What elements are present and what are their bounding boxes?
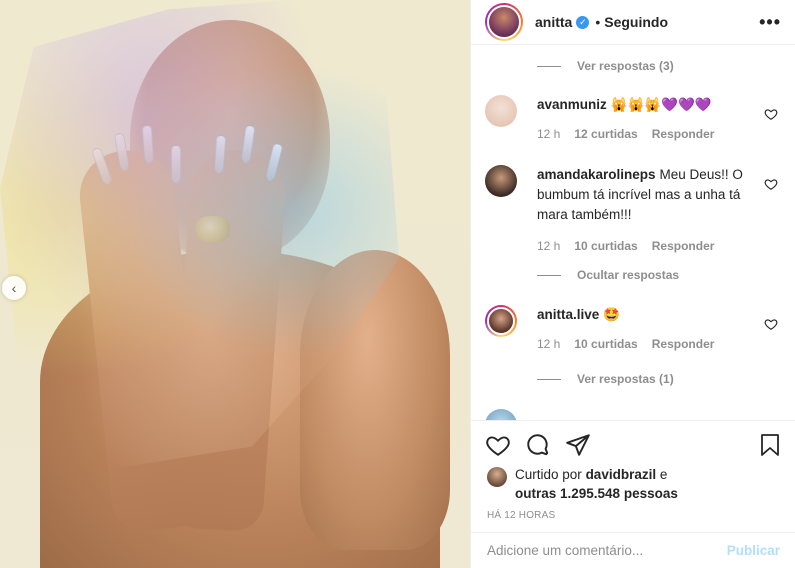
like-comment-heart-icon[interactable]: [764, 177, 778, 191]
verified-badge-icon: ✓: [576, 15, 590, 29]
commenter-avatar[interactable]: [485, 409, 517, 420]
reply-button[interactable]: Responder: [652, 127, 715, 141]
hide-replies-label: Ocultar respostas: [577, 268, 680, 282]
like-heart-icon[interactable]: [485, 432, 511, 458]
more-options-icon[interactable]: •••: [759, 12, 781, 33]
comment-bubble-icon[interactable]: [525, 432, 551, 458]
comment-text: 🤩: [603, 307, 621, 322]
liked-by-prefix: Curtido por: [515, 467, 582, 482]
post-actions-bar: [471, 420, 795, 468]
liker-avatar[interactable]: [487, 467, 507, 487]
author-username[interactable]: anitta: [535, 14, 572, 30]
post-side-panel: anitta ✓ • Seguindo ••• Ver respostas (3…: [470, 0, 795, 568]
commenter-username[interactable]: anitta.live: [537, 307, 599, 322]
comment-likes[interactable]: 10 curtidas: [574, 337, 637, 351]
view-replies-label: Ver respostas (3): [577, 59, 674, 73]
view-replies-bottom[interactable]: Ver respostas (1): [471, 372, 674, 386]
reply-button[interactable]: Responder: [652, 239, 715, 253]
commenter-avatar[interactable]: [485, 305, 517, 337]
like-comment-heart-icon[interactable]: [764, 317, 778, 331]
commenter-avatar[interactable]: [485, 95, 517, 127]
commenter-avatar[interactable]: [485, 165, 517, 197]
post-header: anitta ✓ • Seguindo •••: [471, 0, 795, 45]
comment-likes[interactable]: 10 curtidas: [574, 239, 637, 253]
previous-photo-button[interactable]: ‹: [2, 276, 26, 300]
other-likes-count[interactable]: outras 1.295.548 pessoas: [515, 486, 678, 501]
comment-time[interactable]: 12 h: [537, 239, 560, 253]
post-timestamp[interactable]: HÁ 12 HORAS: [487, 510, 555, 521]
view-replies-top[interactable]: Ver respostas (3): [471, 59, 674, 73]
view-replies-label: Ver respostas (1): [577, 372, 674, 386]
add-comment-bar: Publicar: [471, 532, 795, 568]
comment-time[interactable]: 12 h: [537, 127, 560, 141]
like-comment-heart-icon[interactable]: [764, 107, 778, 121]
comment-time[interactable]: 12 h: [537, 337, 560, 351]
publish-button[interactable]: Publicar: [727, 543, 780, 558]
hide-replies[interactable]: Ocultar respostas: [471, 268, 679, 282]
comments-list[interactable]: Ver respostas (3) avanmuniz 🙀🙀🙀💜💜💜 12 h 1…: [471, 45, 795, 420]
liker-username[interactable]: davidbrazil: [586, 467, 657, 482]
comment-likes[interactable]: 12 curtidas: [574, 127, 637, 141]
following-button[interactable]: Seguindo: [604, 14, 668, 30]
comment-input[interactable]: [487, 543, 727, 558]
comment-text: 🙀🙀🙀💜💜💜: [610, 97, 712, 112]
share-paper-plane-icon[interactable]: [565, 432, 591, 458]
comment-item: avanmuniz 🙀🙀🙀💜💜💜 12 h 12 curtidas Respond…: [471, 95, 795, 141]
liked-by-suffix: e: [659, 467, 668, 482]
save-bookmark-icon[interactable]: [758, 432, 782, 458]
comment-item: amandakarolineps Meu Deus!! O bumbum tá i…: [471, 165, 795, 253]
author-avatar[interactable]: [485, 3, 523, 41]
separator-dot: •: [595, 14, 601, 30]
commenter-username[interactable]: avanmuniz: [537, 97, 607, 112]
reply-button[interactable]: Responder: [652, 337, 715, 351]
post-photo[interactable]: ‹: [0, 0, 470, 568]
commenter-username[interactable]: amandakarolineps: [537, 167, 656, 182]
comment-item: anitta.live 🤩 12 h 10 curtidas Responder: [471, 305, 795, 351]
likes-summary: Curtido por davidbrazil e outras 1.295.5…: [487, 465, 787, 503]
